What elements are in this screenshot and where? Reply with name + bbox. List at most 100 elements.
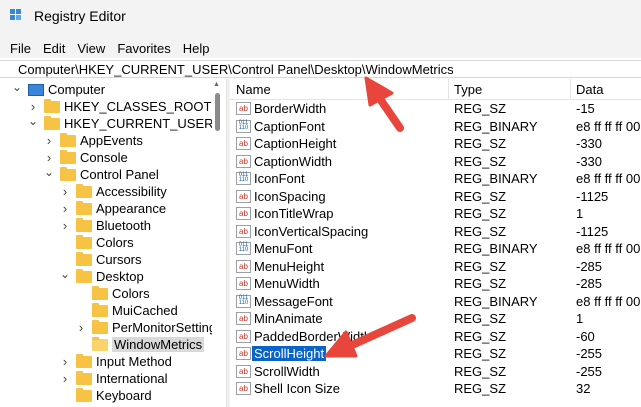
value-type: REG_SZ — [454, 346, 507, 361]
value-row[interactable]: ab MenuHeight REG_SZ -285 — [230, 258, 641, 275]
chevron-right-icon[interactable]: › — [44, 133, 54, 148]
value-row[interactable]: ab Shell Icon Size REG_SZ 32 — [230, 380, 641, 397]
value-data: -255 — [576, 346, 603, 361]
value-row[interactable]: ab IconSpacing REG_SZ -1125 — [230, 188, 641, 205]
value-data: -255 — [576, 363, 603, 379]
folder-icon — [44, 115, 60, 130]
tree-item[interactable]: Colors — [76, 285, 150, 302]
folder-icon — [76, 251, 92, 266]
value-name-cell: MessageFont — [254, 294, 333, 309]
string-value-icon: ab — [236, 347, 251, 360]
tree-item-label: Accessibility — [96, 184, 167, 199]
chevron-right-icon[interactable]: › — [60, 354, 70, 369]
value-name: MenuHeight — [254, 258, 325, 274]
values-list: Name Type Data ab BorderWidth REG_SZ -15 011… — [230, 79, 641, 407]
value-name-cell: MenuWidth — [254, 276, 320, 291]
tree-item-label: Desktop — [96, 269, 144, 284]
tree-item-label: MuiCached — [112, 303, 178, 318]
menu-file[interactable]: File — [10, 41, 31, 56]
tree-item[interactable]: › PerMonitorSettings — [76, 319, 223, 336]
tree-item-label: Bluetooth — [96, 218, 151, 233]
chevron-right-icon[interactable]: › — [44, 150, 54, 165]
tree-item[interactable]: ⌄ HKEY_CURRENT_USER — [28, 114, 214, 132]
column-header-data[interactable]: Data — [576, 82, 603, 97]
chevron-right-icon[interactable]: › — [60, 218, 70, 233]
address-bar[interactable]: Computer\HKEY_CURRENT_USER\Control Panel… — [0, 60, 641, 78]
column-divider[interactable] — [448, 79, 449, 99]
folder-icon — [92, 302, 108, 317]
menu-help[interactable]: Help — [183, 41, 210, 56]
tree-item[interactable]: Colors — [60, 234, 134, 251]
chevron-right-icon[interactable]: › — [76, 320, 86, 335]
value-name: MessageFont — [254, 293, 333, 309]
tree-item[interactable]: › Accessibility — [60, 183, 167, 200]
value-row[interactable]: ab CaptionWidth REG_SZ -330 — [230, 153, 641, 170]
tree-item[interactable]: › International — [60, 370, 168, 387]
tree-item[interactable]: › Appearance — [60, 200, 166, 217]
chevron-right-icon[interactable]: › — [60, 201, 70, 216]
value-row[interactable]: ab ScrollHeight REG_SZ -255 — [230, 345, 641, 362]
value-row[interactable]: ab PaddedBorderWidth REG_SZ -60 — [230, 328, 641, 345]
tree-item[interactable]: › AppEvents — [44, 132, 143, 149]
menu-view[interactable]: View — [77, 41, 105, 56]
tree-item[interactable]: MuiCached — [76, 302, 178, 319]
folder-icon — [60, 132, 76, 147]
column-header-name[interactable]: Name — [236, 82, 271, 97]
value-row[interactable]: ab MenuWidth REG_SZ -285 — [230, 275, 641, 292]
chevron-down-icon[interactable]: ⌄ — [60, 267, 70, 281]
string-value-icon: ab — [236, 154, 251, 168]
value-row[interactable]: ab BorderWidth REG_SZ -15 — [230, 100, 641, 117]
tree-item[interactable]: ⌄ Desktop — [60, 267, 144, 285]
tree-item[interactable]: WindowMetrics — [76, 336, 205, 353]
binary-value-icon: 011 110 — [236, 119, 251, 133]
menu-favorites[interactable]: Favorites — [117, 41, 170, 56]
value-data: -330 — [576, 153, 603, 169]
value-type: REG_BINARY — [454, 171, 538, 186]
chevron-right-icon[interactable]: › — [28, 99, 38, 114]
tree-item-label: Computer — [48, 82, 106, 97]
value-name: ScrollHeight — [252, 346, 327, 361]
column-divider[interactable] — [570, 79, 571, 99]
value-row[interactable]: ab ScrollWidth REG_SZ -255 — [230, 363, 641, 380]
chevron-down-icon[interactable]: ⌄ — [44, 165, 54, 179]
value-name-cell: MenuHeight — [254, 259, 324, 274]
chevron-down-icon[interactable]: ⌄ — [28, 114, 38, 128]
string-value-icon: ab — [236, 102, 251, 115]
menu-edit[interactable]: Edit — [43, 41, 65, 56]
tree-item-label: Appearance — [96, 201, 167, 216]
value-row[interactable]: ab IconTitleWrap REG_SZ 1 — [230, 205, 641, 222]
folder-icon — [76, 234, 92, 249]
string-value-icon: ab — [236, 259, 251, 273]
tree-item-label: Cursors — [96, 252, 142, 267]
tree-item[interactable]: › Console — [44, 149, 128, 166]
tree-scrollbar[interactable]: ▲ — [212, 79, 222, 407]
chevron-down-icon[interactable]: ⌄ — [12, 80, 22, 94]
tree-item[interactable]: › HKEY_CLASSES_ROOT — [28, 98, 211, 115]
tree-item[interactable]: ⌄ Control Panel — [44, 165, 159, 183]
tree-item-label: Console — [80, 150, 128, 165]
value-data: e8 ff ff ff 00 — [576, 118, 641, 134]
value-row[interactable]: 011 110 MessageFont REG_BINARY e8 ff ff ff 0… — [230, 293, 641, 310]
value-row[interactable]: 011 110 MenuFont REG_BINARY e8 ff ff ff 00 — [230, 240, 641, 257]
tree-item[interactable]: › Bluetooth — [60, 217, 151, 234]
value-row[interactable]: ab IconVerticalSpacing REG_SZ -1125 — [230, 223, 641, 240]
value-data: -15 — [576, 101, 595, 116]
value-row[interactable]: 011 110 IconFont REG_BINARY e8 ff ff ff 00 — [230, 170, 641, 187]
value-name-cell: CaptionWidth — [254, 154, 332, 169]
tree-item[interactable]: ⌄ Computer — [12, 80, 106, 98]
value-row[interactable]: ab MinAnimate REG_SZ 1 — [230, 310, 641, 327]
tree-scroll-thumb[interactable] — [215, 93, 220, 131]
menu-bar: File Edit View Favorites Help — [0, 38, 641, 58]
value-row[interactable]: 011 110 CaptionFont REG_BINARY e8 ff ff ff 0… — [230, 118, 641, 135]
chevron-right-icon[interactable]: › — [60, 371, 70, 386]
folder-icon — [76, 200, 92, 215]
value-name: MenuFont — [254, 241, 313, 256]
value-row[interactable]: ab CaptionHeight REG_SZ -330 — [230, 135, 641, 152]
tree-item[interactable]: › Input Method — [60, 353, 172, 370]
tree-item[interactable]: Keyboard — [60, 387, 152, 404]
scroll-up-icon[interactable]: ▲ — [213, 81, 220, 88]
folder-icon — [76, 268, 92, 283]
column-header-type[interactable]: Type — [454, 82, 482, 97]
tree-item[interactable]: Cursors — [60, 251, 142, 268]
chevron-right-icon[interactable]: › — [60, 184, 70, 199]
